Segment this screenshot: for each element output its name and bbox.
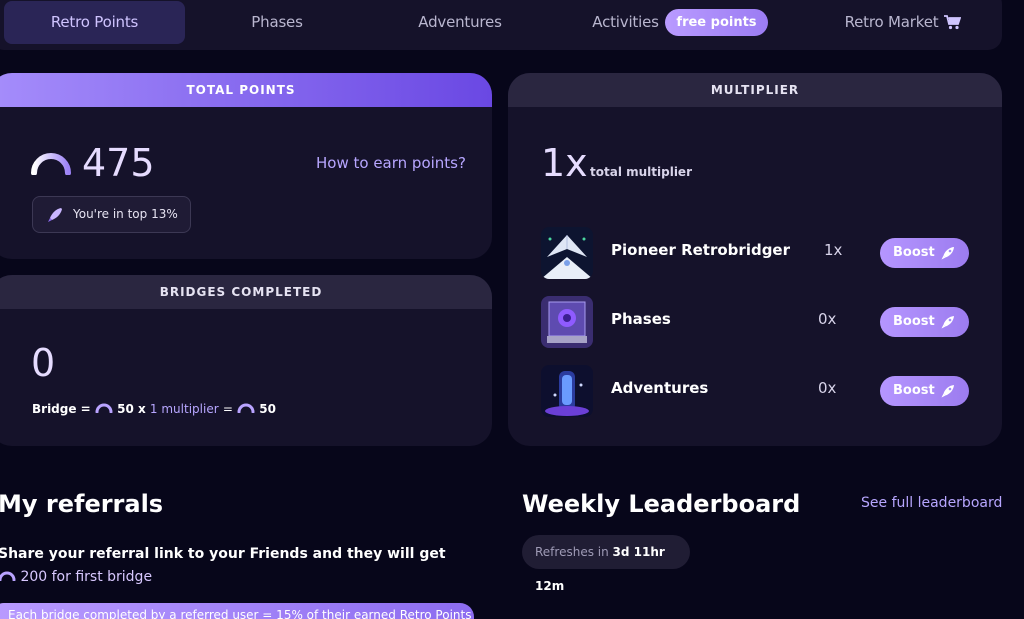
nav-tab-retro-market[interactable]: Retro Market	[843, 1, 963, 44]
rocket-icon	[941, 385, 954, 398]
total-points-card: TOTAL POINTS 475 How to earn points? You…	[0, 73, 492, 259]
rocket-icon	[941, 316, 954, 329]
boost-button[interactable]: Boost	[880, 376, 969, 406]
multiplier-name: Adventures	[611, 379, 709, 397]
boost-label: Boost	[893, 245, 935, 260]
referrals-bonus: 200 for first bridge	[0, 569, 152, 585]
multiplier-row-value: 1x	[824, 241, 843, 259]
phases-thumbnail	[541, 296, 593, 348]
multiplier-card: MULTIPLIER 1x total multiplier Pioneer R…	[508, 73, 1002, 446]
free-points-badge[interactable]: free points	[665, 9, 768, 36]
referrals-title: My referrals	[0, 490, 164, 518]
total-points-value: 475	[82, 141, 155, 185]
how-to-earn-link[interactable]: How to earn points?	[316, 154, 466, 172]
referrals-text: Share your referral link to your Friends…	[0, 546, 446, 562]
rocket-icon	[941, 247, 954, 260]
boost-button[interactable]: Boost	[880, 307, 969, 337]
bridges-card: BRIDGES COMPLETED 0 Bridge = 50 x 1 mult…	[0, 275, 492, 446]
multiplier-value: 1x	[541, 141, 588, 185]
rank-badge: You're in top 13%	[32, 196, 191, 233]
rank-text: You're in top 13%	[73, 207, 178, 221]
nav-tab-retro-points[interactable]: Retro Points	[4, 1, 185, 44]
boost-label: Boost	[893, 383, 935, 398]
formula-multiplier: 1 multiplier	[149, 402, 219, 416]
multiplier-name: Phases	[611, 310, 671, 328]
nav-tab-retro-market-label: Retro Market	[844, 13, 939, 31]
see-full-leaderboard-link[interactable]: See full leaderboard	[861, 495, 1002, 511]
retro-points-icon	[0, 571, 16, 582]
retro-points-icon	[31, 153, 71, 175]
referrals-banner: Each bridge completed by a referred user…	[0, 603, 474, 619]
refresh-badge: Refreshes in 3d 11hr 12m	[522, 535, 690, 593]
multiplier-row: Pioneer Retrobridger 1x Boost	[541, 227, 971, 279]
multiplier-row: Adventures 0x Boost	[541, 365, 971, 417]
bridges-value: 0	[31, 341, 56, 385]
retro-points-icon	[95, 403, 113, 414]
boost-button[interactable]: Boost	[880, 238, 969, 268]
multiplier-heading: MULTIPLIER	[508, 73, 1002, 107]
multiplier-name: Pioneer Retrobridger	[611, 241, 791, 259]
leaderboard-title: Weekly Leaderboard	[522, 490, 801, 518]
adventures-thumbnail	[541, 365, 593, 417]
total-points-heading: TOTAL POINTS	[0, 73, 492, 107]
top-nav: Retro Points Phases Adventures Activitie…	[0, 0, 1002, 50]
nav-tab-activities[interactable]: Activities	[588, 1, 663, 44]
retro-points-icon	[237, 403, 255, 414]
cart-icon	[944, 15, 962, 30]
formula-base: 50 x	[117, 402, 146, 416]
multiplier-row-value: 0x	[818, 379, 837, 397]
formula-equals: =	[222, 402, 233, 416]
nav-tab-adventures[interactable]: Adventures	[390, 1, 530, 44]
bridges-heading: BRIDGES COMPLETED	[0, 275, 492, 309]
referrals-bonus-text: 200 for first bridge	[20, 569, 153, 585]
multiplier-caption: total multiplier	[590, 165, 692, 179]
formula-result: 50	[259, 402, 276, 416]
pioneer-thumbnail	[541, 227, 593, 279]
refresh-label: Refreshes in	[535, 545, 609, 559]
multiplier-row-value: 0x	[818, 310, 837, 328]
rocket-icon	[48, 208, 62, 222]
multiplier-row: Phases 0x Boost	[541, 296, 971, 348]
formula-prefix: Bridge =	[32, 402, 91, 416]
bridge-formula: Bridge = 50 x 1 multiplier = 50	[32, 402, 276, 416]
nav-tab-phases[interactable]: Phases	[212, 1, 342, 44]
boost-label: Boost	[893, 314, 935, 329]
